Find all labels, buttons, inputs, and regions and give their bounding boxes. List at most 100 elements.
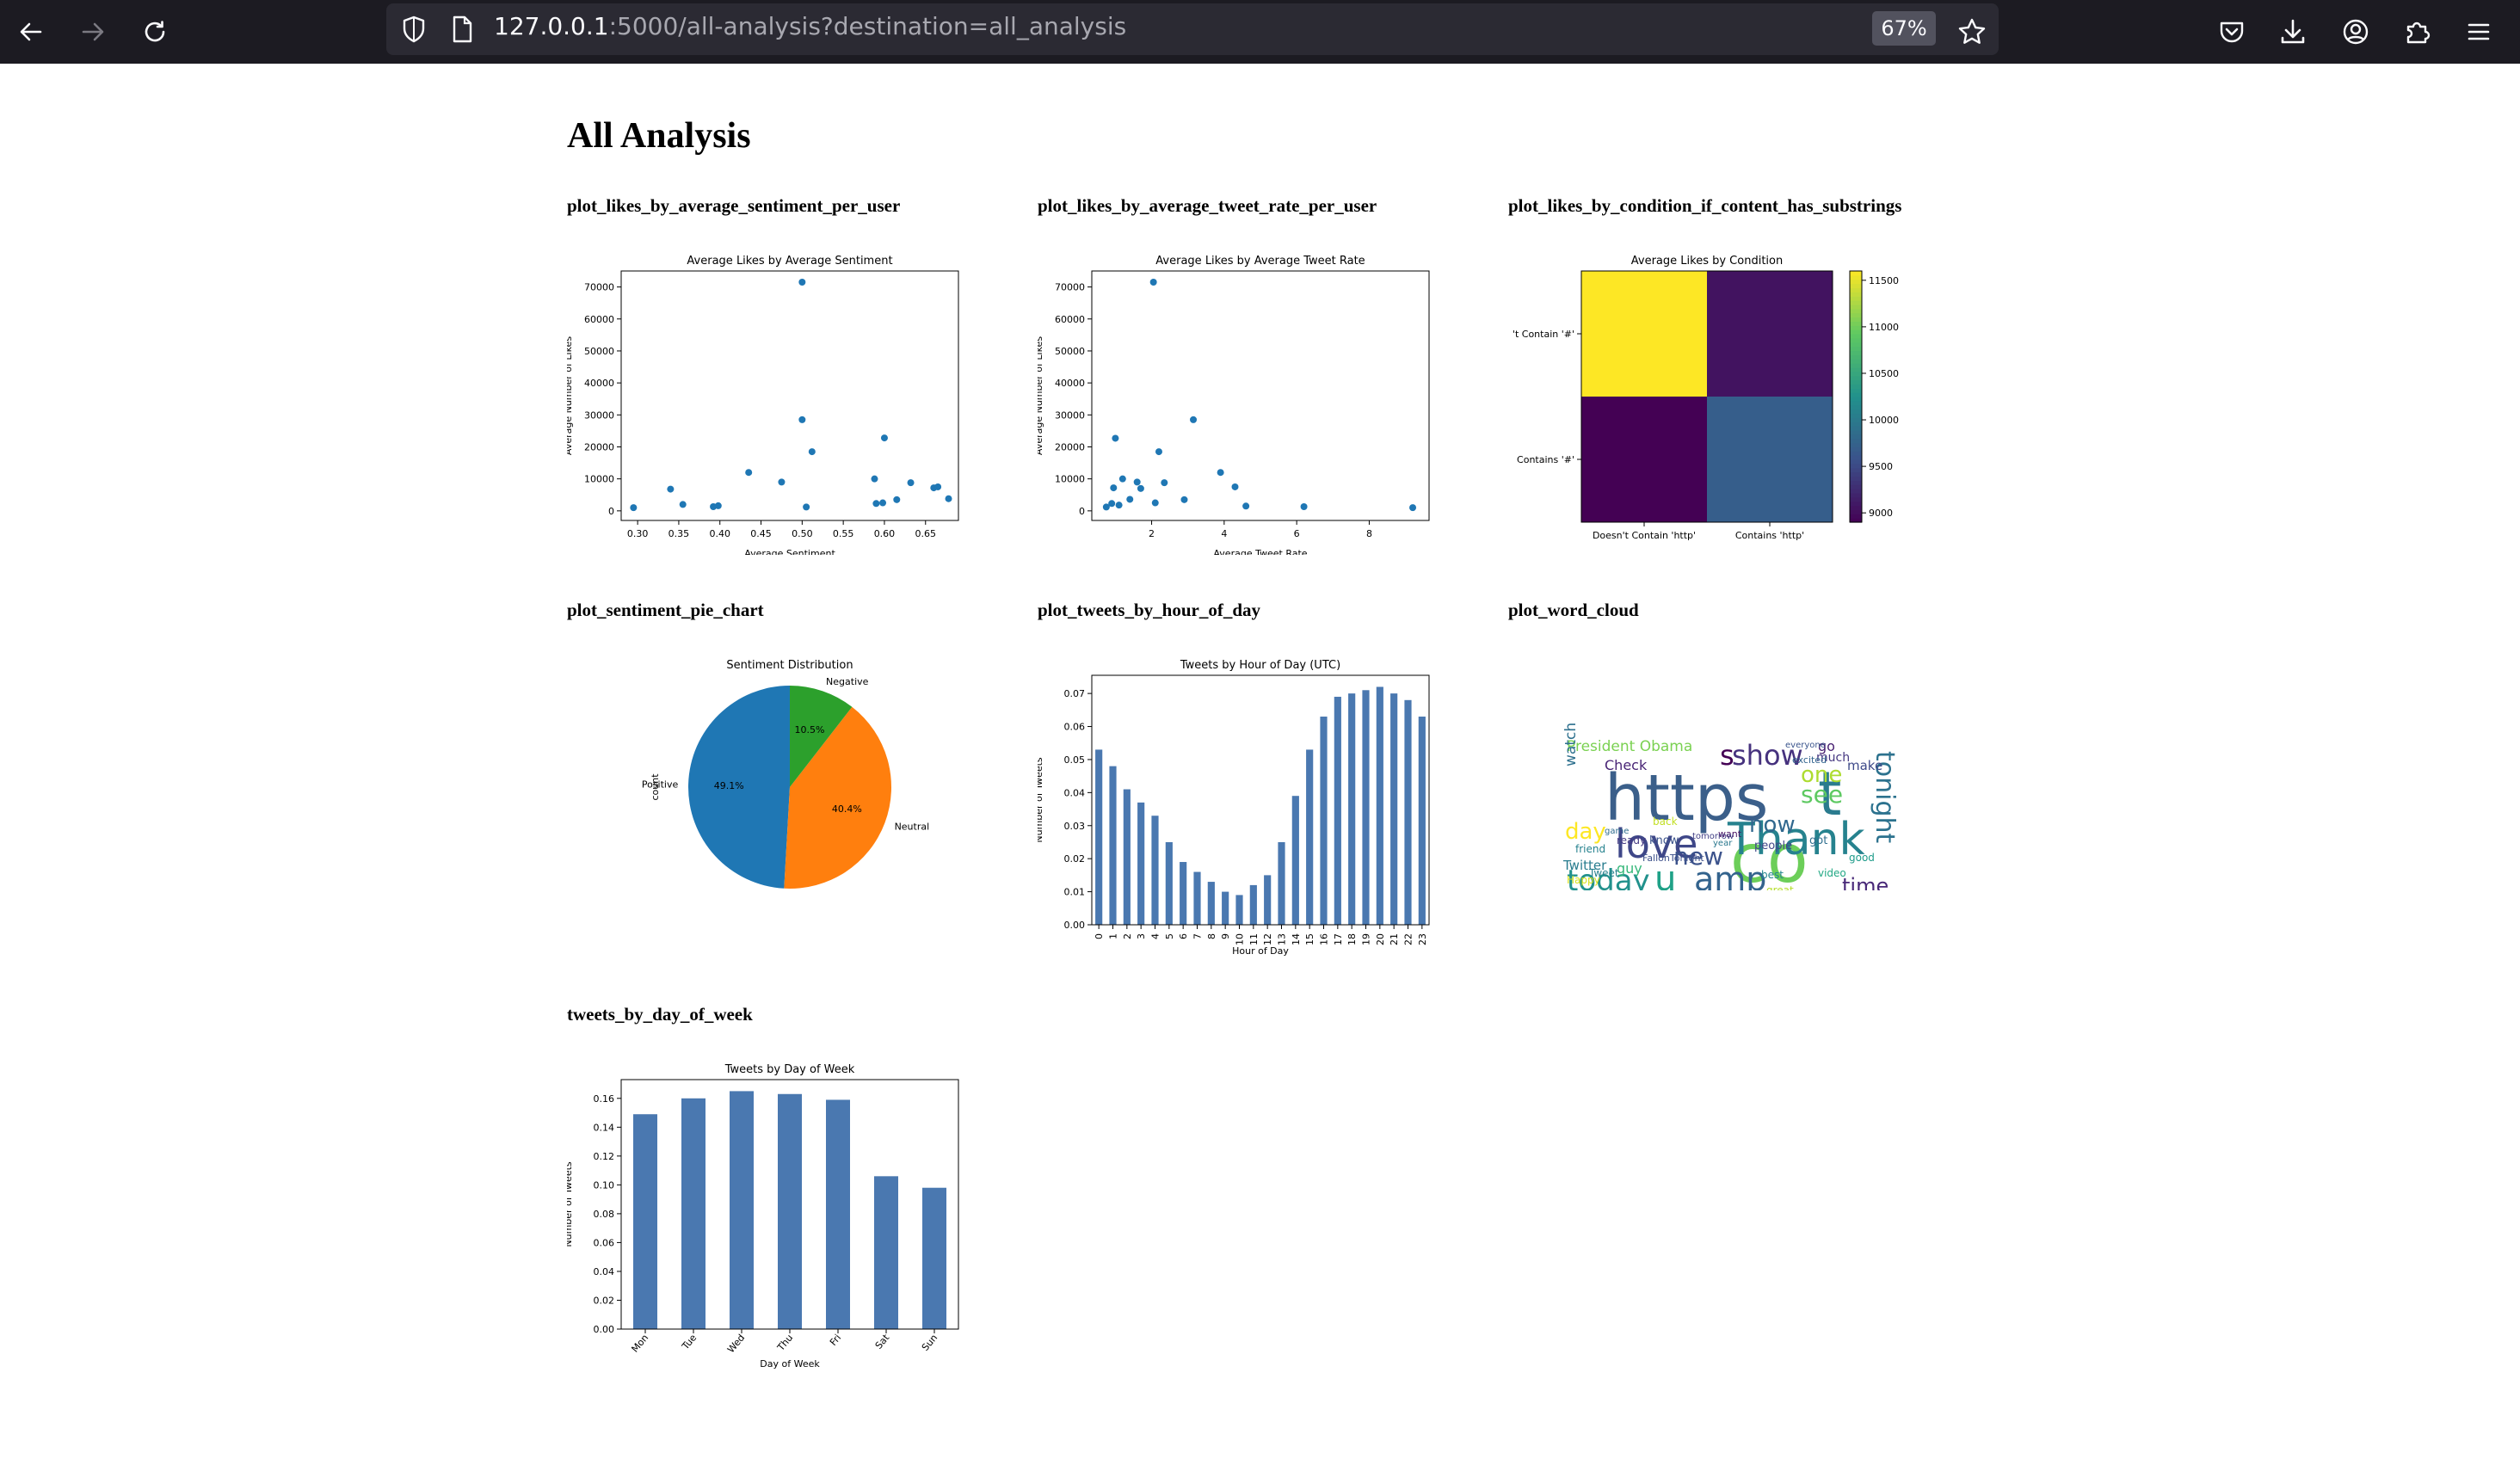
colorbar-segment <box>1850 279 1862 285</box>
bar <box>1249 884 1257 925</box>
bar <box>681 1098 705 1329</box>
colorbar-segment <box>1850 501 1862 507</box>
word-cloud-word: excited <box>1792 754 1827 766</box>
tracking-protection-shield-icon[interactable] <box>398 14 429 48</box>
section-title-sentiment-pie: plot_sentiment_pie_chart <box>567 600 764 620</box>
colorbar-segment <box>1850 292 1862 297</box>
x-tick-label: 0.50 <box>792 528 813 539</box>
colorbar-segment <box>1850 446 1862 452</box>
word-cloud-word: game <box>1605 827 1629 836</box>
bar <box>633 1114 657 1329</box>
x-tick-label: Wed <box>725 1333 747 1356</box>
colorbar-segment <box>1850 375 1862 381</box>
x-tick-label: 0.35 <box>669 528 690 539</box>
colorbar-segment <box>1850 384 1862 389</box>
bar <box>1123 789 1131 925</box>
chart-title: Tweets by Hour of Day (UTC) <box>1180 659 1340 672</box>
page-title: All Analysis <box>567 116 751 156</box>
chart-likes-by-sentiment: Average Likes by Average Sentiment Averag… <box>567 245 971 555</box>
x-tick-label: 15 <box>1304 933 1315 945</box>
scatter-point <box>893 496 901 503</box>
scatter-point <box>778 478 786 486</box>
scatter-point <box>1149 279 1157 286</box>
x-tick-label: Sun <box>920 1333 940 1353</box>
pocket-button[interactable] <box>2213 13 2251 51</box>
x-tick-label: 2 <box>1122 933 1133 939</box>
scatter-point <box>872 500 880 508</box>
browser-toolbar: 127.0.0.1:5000/all-analysis?destination=… <box>0 0 2520 64</box>
y-tick-label: 60000 <box>1055 314 1085 325</box>
x-tick-label: 2 <box>1149 528 1155 539</box>
x-tick-label: 19 <box>1361 933 1372 945</box>
word-cloud-word: FallonTonight <box>1642 853 1704 864</box>
word-cloud-word: got <box>1809 834 1827 847</box>
y-tick-label: 50000 <box>584 346 614 357</box>
bar <box>1207 882 1215 925</box>
y-tick-label: 30000 <box>1055 409 1085 421</box>
downloads-button[interactable] <box>2274 13 2312 51</box>
pie-percent-label: 40.4% <box>832 803 862 815</box>
word-cloud-word: make <box>1847 758 1882 773</box>
app-menu-button[interactable] <box>2460 13 2498 51</box>
colorbar-segment <box>1850 463 1862 469</box>
scatter-point <box>907 479 915 487</box>
scatter-point <box>798 279 806 286</box>
colorbar-segment <box>1850 404 1862 410</box>
y-tick-label: 0.06 <box>1064 722 1086 733</box>
back-button[interactable] <box>12 13 50 51</box>
y-axis-label: Average Number of Likes <box>567 336 574 455</box>
bar <box>1137 802 1145 925</box>
word-cloud-word: Tweet <box>1588 867 1619 879</box>
reload-icon <box>145 21 165 42</box>
x-tick-label: 4 <box>1150 933 1161 939</box>
scatter-point <box>879 499 887 507</box>
colorbar-segment <box>1850 397 1862 402</box>
y-tick-label: 70000 <box>1055 282 1085 293</box>
scatter-point <box>1155 448 1162 456</box>
colorbar-segment <box>1850 359 1862 364</box>
x-tick-label: 0.55 <box>833 528 854 539</box>
bookmark-star-button[interactable] <box>1953 13 1991 51</box>
y-tick-label: 0 <box>1079 506 1085 517</box>
reload-button[interactable] <box>136 13 174 51</box>
chart-title: Average Likes by Average Tweet Rate <box>1155 255 1365 268</box>
colorbar-segment <box>1850 300 1862 305</box>
scatter-point <box>1133 478 1141 486</box>
x-tick-label: 3 <box>1136 933 1147 939</box>
word-cloud-word: Thank <box>1727 814 1865 865</box>
x-tick-label: 14 <box>1291 933 1302 945</box>
colorbar-segment <box>1850 476 1862 481</box>
colorbar-segment <box>1850 489 1862 494</box>
word-cloud-word: good <box>1849 852 1875 864</box>
x-tick-label: 17 <box>1333 933 1344 945</box>
x-tick-label: 23 <box>1417 933 1428 945</box>
colorbar-segment <box>1850 459 1862 465</box>
x-tick-label: 0.60 <box>874 528 895 539</box>
y-tick-label: 0.03 <box>1064 821 1086 832</box>
bar <box>778 1093 802 1329</box>
y-tick-label: 0.00 <box>594 1324 615 1335</box>
y-tick-label: 't Contain '#' <box>1513 329 1574 340</box>
word-cloud-word: tomorrow <box>1692 832 1734 841</box>
page-info-icon[interactable] <box>448 15 476 47</box>
x-tick-label: 0.65 <box>915 528 937 539</box>
extensions-button[interactable] <box>2398 13 2436 51</box>
x-tick-label: 0.40 <box>709 528 730 539</box>
y-tick-label: 60000 <box>584 314 614 325</box>
y-axis-label: Number of Tweets <box>567 1161 574 1247</box>
colorbar-segment <box>1850 455 1862 460</box>
forward-button[interactable] <box>74 13 112 51</box>
colorbar-segment <box>1850 442 1862 447</box>
account-button[interactable] <box>2337 13 2375 51</box>
x-tick-label: 1 <box>1108 933 1119 939</box>
zoom-level-badge[interactable]: 67% <box>1872 11 1936 46</box>
url-text[interactable]: 127.0.0.1:5000/all-analysis?destination=… <box>494 12 1126 41</box>
chart-title: Sentiment Distribution <box>726 659 853 672</box>
x-tick-label: 21 <box>1389 933 1400 945</box>
account-icon <box>2343 19 2369 45</box>
pie-slice-label: Negative <box>826 676 869 687</box>
x-tick-label: 6 <box>1294 528 1300 539</box>
pie-percent-label: 10.5% <box>794 724 824 736</box>
word-cloud-word: back <box>1653 816 1678 828</box>
colorbar-segment <box>1850 334 1862 339</box>
